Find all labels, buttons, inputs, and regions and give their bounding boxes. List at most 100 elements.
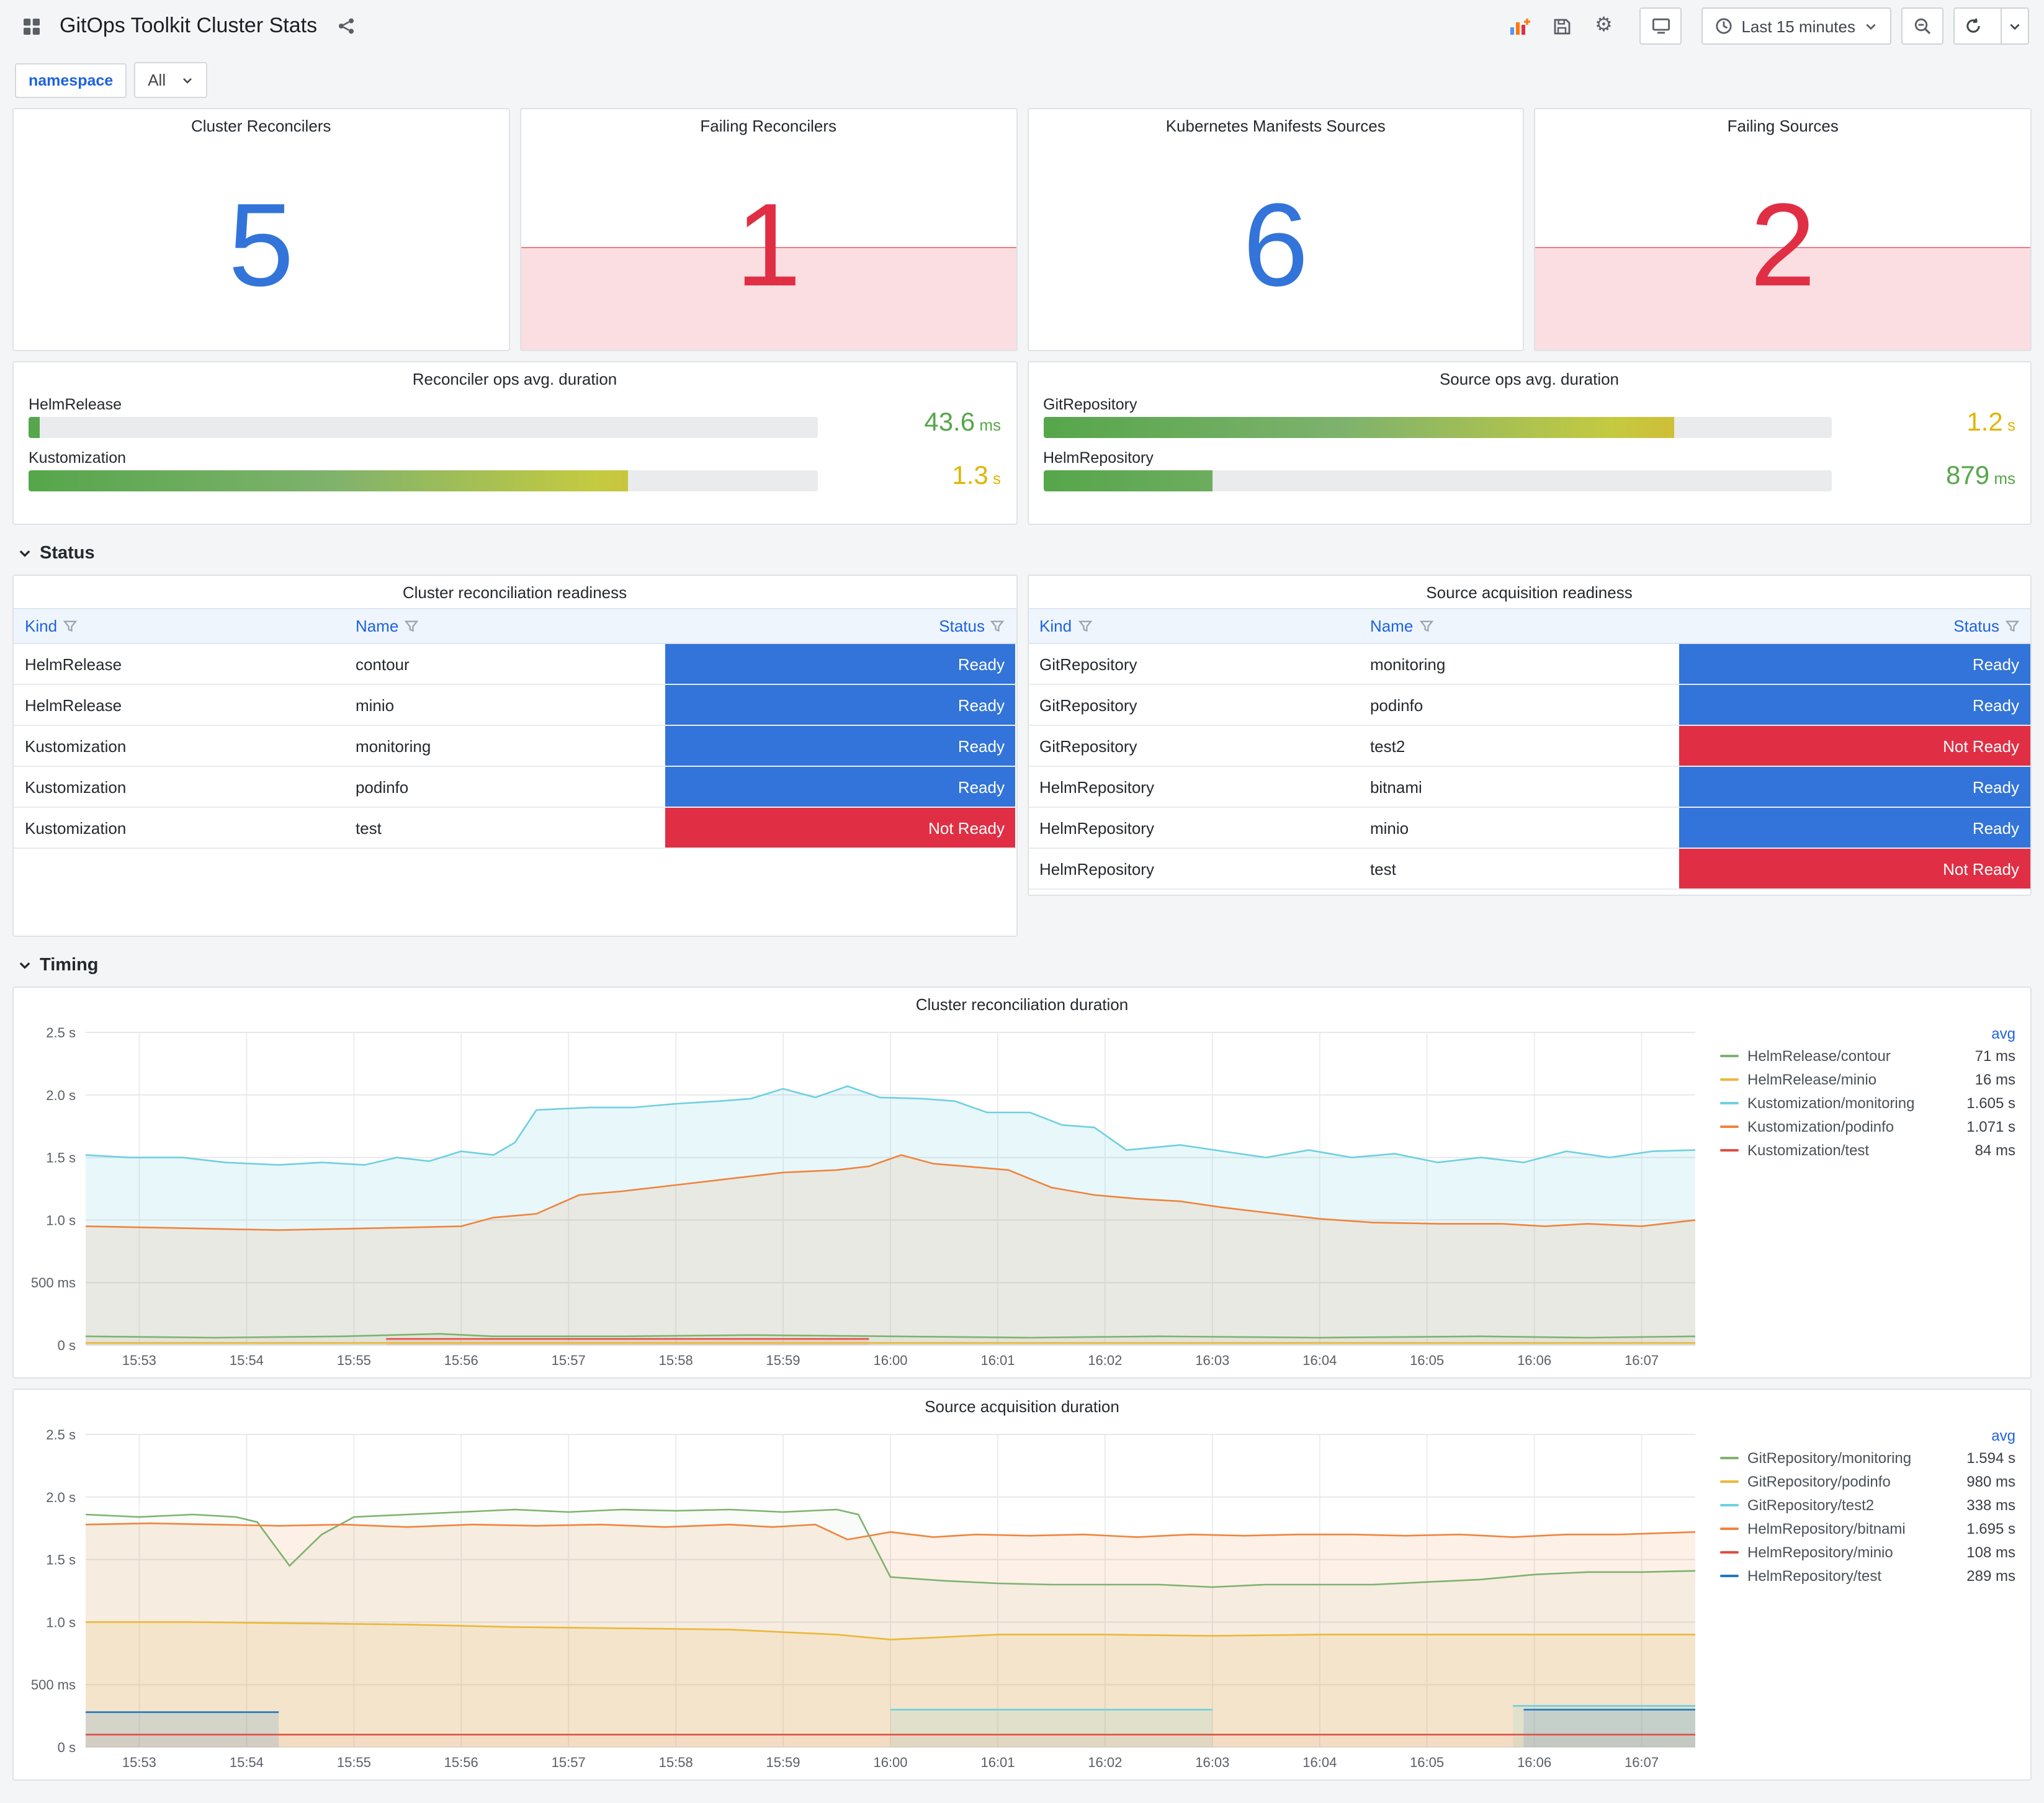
filter-icon bbox=[63, 620, 78, 632]
time-picker[interactable]: Last 15 minutes bbox=[1701, 7, 1891, 45]
cell-name: monitoring bbox=[355, 736, 431, 755]
zoom-out-button[interactable] bbox=[1901, 7, 1943, 45]
svg-text:15:55: 15:55 bbox=[337, 1353, 371, 1368]
add-panel-icon[interactable] bbox=[1503, 10, 1535, 42]
grafana-dashboard: GitOps Toolkit Cluster Stats ⚙ Last 15 m… bbox=[0, 0, 2044, 1781]
table-row: HelmRepository minio Ready bbox=[1028, 808, 2030, 849]
svg-text:15:53: 15:53 bbox=[122, 1353, 156, 1368]
section-status[interactable]: Status bbox=[12, 535, 2032, 575]
panel-title: Source ops avg. duration bbox=[1439, 369, 1620, 388]
legend-series-name: HelmRelease/contour bbox=[1747, 1047, 1891, 1064]
variable-label-namespace[interactable]: namespace bbox=[15, 63, 127, 97]
readiness-table: Kind Name Status GitRepository monitoring Rea… bbox=[1028, 608, 2030, 890]
svg-text:15:54: 15:54 bbox=[230, 1755, 264, 1770]
column-header-kind[interactable]: Kind bbox=[14, 609, 344, 643]
stat-panel: Failing Reconcilers 1 bbox=[519, 108, 1017, 351]
status-badge: Not Ready bbox=[1679, 849, 2030, 888]
gauge-label: HelmRepository bbox=[1043, 449, 1154, 467]
legend-item[interactable]: GitRepository/monitoring 1.594 s bbox=[1720, 1446, 2015, 1469]
cell-kind: GitRepository bbox=[1039, 696, 1137, 714]
cell-name: test bbox=[1369, 859, 1396, 878]
legend-color-dash bbox=[1720, 1550, 1739, 1553]
variables-row: namespace All bbox=[0, 52, 2044, 105]
svg-text:0 s: 0 s bbox=[58, 1740, 76, 1755]
gauge-value-number: 879 bbox=[1946, 462, 1990, 490]
svg-text:15:59: 15:59 bbox=[766, 1353, 800, 1368]
legend-item[interactable]: HelmRelease/contour 71 ms bbox=[1720, 1044, 2015, 1067]
svg-text:2.0 s: 2.0 s bbox=[46, 1088, 76, 1103]
svg-text:15:59: 15:59 bbox=[766, 1755, 800, 1770]
cell-name: test2 bbox=[1369, 736, 1405, 755]
legend-series-name: HelmRepository/bitnami bbox=[1747, 1519, 1906, 1537]
legend-color-dash bbox=[1720, 1148, 1739, 1151]
svg-text:16:07: 16:07 bbox=[1625, 1755, 1659, 1770]
column-header-name[interactable]: Name bbox=[344, 609, 665, 643]
cell-kind: HelmRelease bbox=[25, 696, 122, 714]
refresh-button[interactable] bbox=[1953, 7, 2029, 45]
plot-area: 15:53 15:54 15:55 15:56 15:57 15:58 15:59 16:00… bbox=[24, 1020, 1708, 1372]
gauge-value: 43.6 ms bbox=[837, 409, 1001, 438]
svg-text:15:57: 15:57 bbox=[552, 1755, 586, 1770]
legend-series-avg: 1.594 s bbox=[1966, 1449, 2015, 1466]
legend-series-name: GitRepository/monitoring bbox=[1747, 1449, 1912, 1466]
variable-value-dropdown[interactable]: All bbox=[134, 62, 207, 98]
share-icon[interactable] bbox=[329, 10, 362, 42]
legend-avg-header[interactable]: avg bbox=[1720, 1427, 2015, 1444]
legend-item[interactable]: GitRepository/podinfo 980 ms bbox=[1720, 1469, 2015, 1493]
apps-grid-icon[interactable] bbox=[15, 10, 47, 42]
cell-kind: HelmRelease bbox=[25, 655, 122, 673]
legend-series-avg: 980 ms bbox=[1966, 1472, 2015, 1490]
column-header-status[interactable]: Status bbox=[665, 609, 1016, 643]
gauge-value-unit: ms bbox=[975, 416, 1001, 434]
column-header-label: Kind bbox=[25, 617, 58, 635]
legend-item[interactable]: GitRepository/test2 338 ms bbox=[1720, 1493, 2015, 1516]
svg-text:16:05: 16:05 bbox=[1410, 1755, 1444, 1770]
legend-item[interactable]: HelmRepository/minio 108 ms bbox=[1720, 1540, 2015, 1564]
gauge-main: Kustomization bbox=[29, 449, 817, 491]
svg-text:0 s: 0 s bbox=[58, 1338, 76, 1353]
filter-icon bbox=[1419, 620, 1433, 632]
gauge-value-unit: ms bbox=[1989, 469, 2015, 488]
panel-title: Source acquisition readiness bbox=[1426, 583, 1633, 601]
svg-text:16:04: 16:04 bbox=[1302, 1353, 1337, 1368]
column-header-kind[interactable]: Kind bbox=[1028, 609, 1359, 643]
stats-row: Cluster Reconcilers 5 Failing Reconcilers 1… bbox=[12, 108, 2032, 351]
legend-item[interactable]: HelmRelease/minio 16 ms bbox=[1720, 1067, 2015, 1091]
legend-series-name: GitRepository/test2 bbox=[1747, 1496, 1875, 1513]
tv-mode-button[interactable] bbox=[1639, 7, 1682, 45]
refresh-icon[interactable] bbox=[1955, 9, 1992, 43]
cell-name: monitoring bbox=[1369, 655, 1446, 673]
table-header-row: Kind Name Status bbox=[14, 608, 1016, 644]
legend-series-avg: 84 ms bbox=[1975, 1141, 2015, 1158]
legend-item[interactable]: HelmRepository/bitnami 1.695 s bbox=[1720, 1516, 2015, 1540]
settings-gear-icon[interactable]: ⚙ bbox=[1587, 10, 1620, 42]
header-left: GitOps Toolkit Cluster Stats bbox=[15, 10, 362, 42]
svg-text:16:02: 16:02 bbox=[1088, 1353, 1122, 1368]
table-panel: Source acquisition readiness Kind Name Stat… bbox=[1027, 575, 2032, 896]
svg-text:15:58: 15:58 bbox=[659, 1353, 693, 1368]
panel-title: Cluster reconciliation readiness bbox=[402, 583, 627, 601]
chart-body: 15:53 15:54 15:55 15:56 15:57 15:58 15:59 16:00… bbox=[24, 1422, 2020, 1774]
legend-item[interactable]: Kustomization/test 84 ms bbox=[1720, 1138, 2015, 1161]
chart-canvas: 15:53 15:54 15:55 15:56 15:57 15:58 15:59 16:00… bbox=[31, 1427, 1696, 1770]
legend-item[interactable]: Kustomization/monitoring 1.605 s bbox=[1720, 1091, 2015, 1114]
section-timing[interactable]: Timing bbox=[12, 947, 2032, 987]
dashboard-header: GitOps Toolkit Cluster Stats ⚙ Last 15 m… bbox=[0, 0, 2044, 52]
panel-title: Source acquisition duration bbox=[925, 1397, 1119, 1415]
legend-item[interactable]: Kustomization/podinfo 1.071 s bbox=[1720, 1114, 2015, 1138]
save-icon[interactable] bbox=[1545, 10, 1577, 42]
filter-icon bbox=[990, 620, 1005, 632]
section-title-timing: Timing bbox=[40, 955, 99, 975]
legend-color-dash bbox=[1720, 1054, 1739, 1057]
stat-value: 5 bbox=[228, 179, 294, 311]
refresh-interval-dropdown[interactable] bbox=[2001, 9, 2028, 43]
legend-avg-header[interactable]: avg bbox=[1720, 1025, 2015, 1042]
collapse-chevron-icon bbox=[19, 550, 30, 557]
column-header-name[interactable]: Name bbox=[1359, 609, 1680, 643]
column-header-status[interactable]: Status bbox=[1680, 609, 2030, 643]
svg-text:1.5 s: 1.5 s bbox=[46, 1150, 76, 1166]
legend-item[interactable]: HelmRepository/test 289 ms bbox=[1720, 1564, 2015, 1587]
series-area bbox=[1523, 1709, 1695, 1747]
chevron-down-icon bbox=[182, 78, 192, 83]
filter-icon bbox=[1078, 620, 1092, 632]
